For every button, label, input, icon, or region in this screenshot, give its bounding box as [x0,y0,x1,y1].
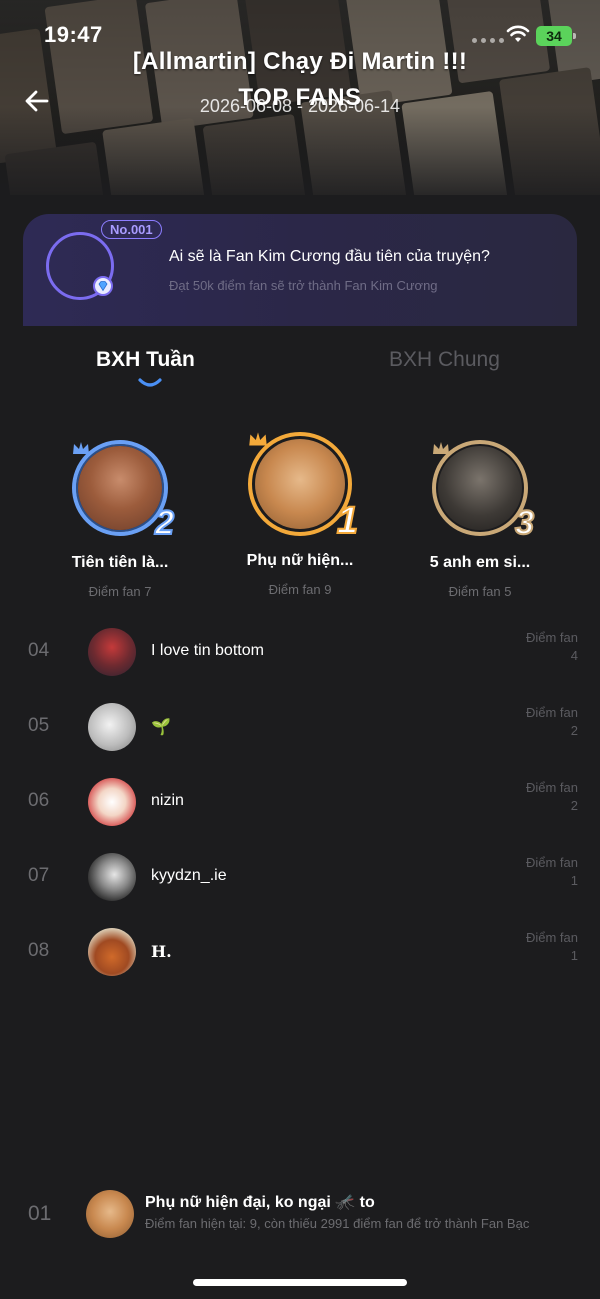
score-label: Điểm fan [525,705,578,720]
podium-rank-1[interactable]: 1 Phụ nữ hiện... Điểm fan 9 [210,432,390,597]
list-rank: 07 [28,865,50,886]
avatar: 3 [432,440,535,541]
list-name: nizin [151,792,184,809]
score-value: 2 [570,723,578,738]
list-name: 🌱 [151,719,171,736]
avatar [88,628,136,676]
list-item[interactable]: 04 I love tin bottom Điểm fan 4 [0,622,600,682]
avatar [88,703,136,751]
diamond-icon [93,276,113,296]
podium-score: Điểm fan 9 [268,582,332,597]
novel-title: [Allmartin] Chạy Đi Martin !!! [132,48,468,75]
wifi-icon [506,25,530,42]
crown-icon [249,432,267,446]
battery-level: 34 [546,28,562,44]
signal-icon [472,38,504,43]
battery-indicator: 34 [536,26,576,46]
rank-number: 1 [336,500,359,542]
list-item[interactable]: 06 nizin Điểm fan 2 [0,772,600,832]
current-user-rank[interactable]: 01 Phụ nữ hiện đại, ko ngại 🦟 to Điểm fa… [0,1182,600,1246]
score-value: 4 [570,648,578,663]
tab-active-indicator [138,378,162,387]
list-item[interactable]: 08 𝐇. Điểm fan 1 [0,922,600,982]
avatar [88,853,136,901]
podium-name: Tiên tiên là... [71,554,169,571]
date-range: 2026-06-08 - 2026-06-14 [199,96,401,116]
tab-weekly-ranking[interactable]: BXH Tuần [96,348,195,372]
diamond-fan-promo-card[interactable]: No.001 Ai sẽ là Fan Kim Cương đầu tiên c… [23,214,577,326]
podium-score: Điểm fan 5 [448,584,512,599]
score-label: Điểm fan [525,780,578,795]
score-value: 1 [570,873,578,888]
podium-score: Điểm fan 7 [88,584,152,599]
podium-rank-3[interactable]: 3 5 anh em si... Điểm fan 5 [390,440,570,599]
promo-question: Ai sẽ là Fan Kim Cương đầu tiên của truy… [169,248,490,265]
avatar [88,778,136,826]
list-name: kyydzn_.ie [151,867,227,884]
list-rank: 05 [28,715,50,736]
rank-number: 2 [154,504,175,542]
podium-name: 5 anh em si... [429,554,531,571]
list-name: 𝐇. [151,942,172,961]
score-label: Điểm fan [525,930,578,945]
crown-icon [73,442,89,454]
rank-number: 3 [514,504,535,542]
avatar [86,1190,134,1238]
current-user-progress: Điểm fan hiện tại: 9, còn thiếu 2991 điể… [145,1216,530,1231]
list-rank: 04 [28,640,50,661]
list-rank: 08 [28,940,50,961]
current-user-rank-number: 01 [28,1202,52,1225]
promo-hint: Đạt 50k điểm fan sẽ trở thành Fan Kim Cư… [169,278,438,293]
status-time: 19:47 [44,22,103,47]
home-indicator[interactable] [193,1279,407,1286]
score-label: Điểm fan [525,630,578,645]
score-value: 1 [570,948,578,963]
list-name: I love tin bottom [151,642,264,659]
podium-name: Phụ nữ hiện... [246,552,354,569]
avatar: 1 [248,432,359,541]
list-rank: 06 [28,790,50,811]
avatar [88,928,136,976]
list-item[interactable]: 05 🌱 Điểm fan 2 [0,697,600,757]
crown-icon [433,442,449,454]
rank-badge: No.001 [101,220,162,239]
list-item[interactable]: 07 kyydzn_.ie Điểm fan 1 [0,847,600,907]
current-user-name: Phụ nữ hiện đại, ko ngại 🦟 to [145,1194,375,1211]
score-label: Điểm fan [525,855,578,870]
podium-rank-2[interactable]: 2 Tiên tiên là... Điểm fan 7 [30,440,210,599]
tab-overall-ranking[interactable]: BXH Chung [389,348,500,372]
score-value: 2 [570,798,578,813]
avatar: 2 [72,440,175,541]
